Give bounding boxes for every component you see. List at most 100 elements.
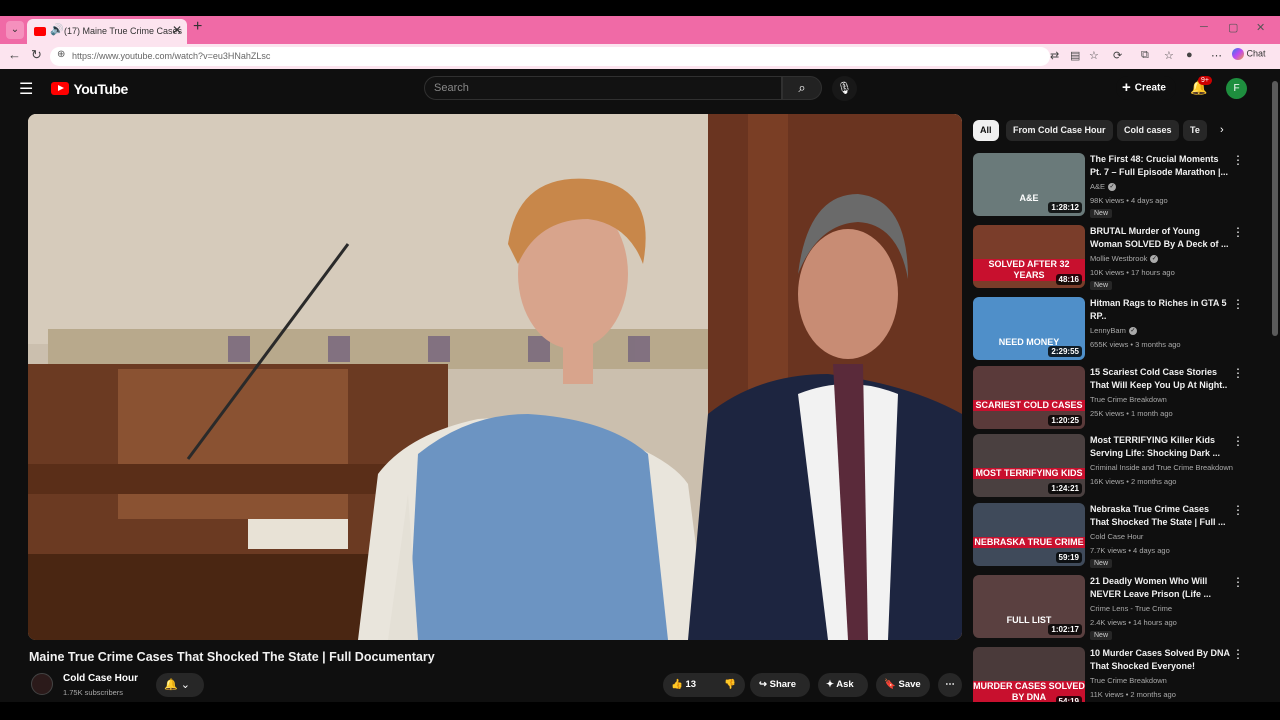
recommendation-channel[interactable]: Mollie Westbrook ✓ [1090,254,1159,264]
recommendation-item[interactable]: NEBRASKA TRUE CRIME 59:19 Nebraska True Cr… [973,503,1248,571]
copilot-chat-button[interactable]: Chat [1232,48,1266,60]
search-icon: ⌕ [798,80,806,95]
recommendation-title[interactable]: The First 48: Crucial Moments Pt. 7 – Fu… [1090,153,1230,179]
recommendation-item[interactable]: NEED MONEY 2:29:55 Hitman Rags to Riches i… [973,297,1248,365]
notifications-button[interactable]: 🔔 9+ [1190,76,1212,96]
recommendation-item[interactable]: SCARIEST COLD CASES 1:20:25 15 Scariest Co… [973,366,1248,434]
recommendation-channel[interactable]: True Crime Breakdown [1090,395,1167,404]
youtube-page: ☰ YouTube ⌕ 🎙 +Create 🔔9+ F [4,69,1274,702]
video-thumbnail[interactable]: NEBRASKA TRUE CRIME 59:19 [973,503,1085,566]
video-thumbnail[interactable]: FULL LIST 1:02:17 [973,575,1085,638]
ask-button[interactable]: ✦ Ask [818,673,868,697]
search-button[interactable]: ⌕ [782,76,822,100]
verified-icon: ✓ [1150,255,1159,264]
search-box[interactable] [424,76,782,100]
channel-avatar[interactable] [31,673,53,695]
split-screen-icon[interactable]: ⧉ [1141,49,1149,62]
video-player[interactable] [28,114,962,640]
back-icon[interactable]: ← [8,47,21,62]
video-thumbnail[interactable]: MURDER CASES SOLVED BY DNA 54:19 [973,647,1085,702]
subscription-bell-button[interactable]: 🔔 ⌄ [156,673,204,697]
profile-icon[interactable]: ● [1186,49,1193,61]
translate-icon[interactable]: ⇄ [1050,49,1059,62]
menu-icon[interactable]: ☰ [19,79,33,99]
refresh-icon[interactable]: ↻ [31,47,42,63]
recommendation-title[interactable]: Hitman Rags to Riches in GTA 5 RP.. [1090,297,1230,323]
new-tab-icon[interactable]: + [193,18,202,36]
video-thumbnail[interactable]: SOLVED AFTER 32 YEARS 48:16 [973,225,1085,288]
video-thumbnail[interactable]: SCARIEST COLD CASES 1:20:25 [973,366,1085,429]
recommendation-item[interactable]: A&E 1:28:12 The First 48: Crucial Moments … [973,153,1248,221]
create-button[interactable]: + Create [1116,76,1176,100]
more-options-icon[interactable]: ⋮ [1232,647,1244,661]
more-options-icon[interactable]: ⋮ [1232,297,1244,311]
chevron-right-icon[interactable]: › [1220,124,1224,136]
more-options-icon[interactable]: ⋮ [1232,366,1244,380]
maximize-icon[interactable]: ▢ [1228,21,1238,34]
channel-name[interactable]: Cold Case Hour [63,673,138,684]
search-input[interactable] [425,77,781,99]
more-menu-icon[interactable]: ⋯ [1211,49,1222,62]
reader-icon[interactable]: ▤ [1070,49,1080,62]
channel-label: True Crime Breakdown [1090,676,1167,685]
video-thumbnail[interactable]: A&E 1:28:12 [973,153,1085,216]
tab-list-button[interactable]: ⌄ [6,21,24,39]
more-options-icon[interactable]: ⋮ [1232,153,1244,167]
new-badge: New [1090,631,1113,640]
chip-all[interactable]: All [973,120,999,141]
recommendation-channel[interactable]: LennyBam ✓ [1090,326,1137,336]
recommendation-title[interactable]: Nebraska True Crime Cases That Shocked T… [1090,503,1230,529]
favorites-bar-icon[interactable]: ☆ [1164,49,1174,62]
chip-more[interactable]: Te [1183,120,1207,141]
create-label: Create [1134,82,1166,94]
share-button[interactable]: ↪ Share [750,673,810,697]
video-thumbnail[interactable]: NEED MONEY 2:29:55 [973,297,1085,360]
favorite-icon[interactable]: ☆ [1089,49,1099,62]
video-thumbnail[interactable]: MOST TERRIFYING KIDS 1:24:21 [973,434,1085,497]
bottom-strip [0,702,1280,720]
recommendation-title[interactable]: 21 Deadly Women Who Will NEVER Leave Pri… [1090,575,1230,601]
scrollbar-thumb[interactable] [1272,81,1278,336]
recommendation-title[interactable]: Most TERRIFYING Killer Kids Serving Life… [1090,434,1230,460]
recommendation-channel[interactable]: Cold Case Hour [1090,532,1143,541]
recommendation-title[interactable]: 10 Murder Cases Solved By DNA That Shock… [1090,647,1230,673]
recommendation-meta: 7.7K views • 4 days ago [1090,546,1170,555]
dislike-button[interactable]: 👎 [715,673,745,697]
recommendation-item[interactable]: FULL LIST 1:02:17 21 Deadly Women Who Will… [973,575,1248,643]
minimize-icon[interactable]: ─ [1200,21,1208,33]
recommendation-meta: 655K views • 3 months ago [1090,340,1181,349]
close-tab-icon[interactable]: ✕ [172,23,182,37]
window-close-icon[interactable]: ✕ [1256,21,1265,34]
save-button[interactable]: 🔖 Save [876,673,930,697]
recommendation-channel[interactable]: Criminal Inside and True Crime Breakdown [1090,463,1233,472]
sparkle-icon: ✦ [826,679,834,690]
recommendation-channel[interactable]: Crime Lens - True Crime [1090,604,1172,613]
recommendation-meta: 11K views • 2 months ago [1090,690,1176,699]
recommendation-channel[interactable]: True Crime Breakdown [1090,676,1167,685]
video-duration: 2:29:55 [1048,346,1082,357]
page-scrollbar[interactable] [1270,69,1280,702]
recommendation-item[interactable]: MURDER CASES SOLVED BY DNA 54:19 10 Murder… [973,647,1248,702]
voice-search-button[interactable]: 🎙 [832,76,857,101]
chip-cold-cases[interactable]: Cold cases [1117,120,1179,141]
more-options-icon[interactable]: ⋮ [1232,503,1244,517]
more-options-icon[interactable]: ⋮ [1232,575,1244,589]
site-info-icon[interactable]: ⊕ [57,49,65,60]
more-options-icon[interactable]: ⋮ [1232,434,1244,448]
chip-from-channel[interactable]: From Cold Case Hour [1006,120,1113,141]
speaker-icon[interactable]: 🔊 [50,23,64,36]
account-avatar[interactable]: F [1226,78,1247,99]
url-field[interactable]: ⊕ https://www.youtube.com/watch?v=eu3HNa… [50,47,1050,66]
recommendation-item[interactable]: SOLVED AFTER 32 YEARS 48:16 BRUTAL Murder … [973,225,1248,293]
more-options-icon[interactable]: ⋮ [1232,225,1244,239]
subscriber-count: 1.75K subscribers [63,688,124,697]
recommendation-title[interactable]: 15 Scariest Cold Case Stories That Will … [1090,366,1230,392]
recommendation-title[interactable]: BRUTAL Murder of Young Woman SOLVED By A… [1090,225,1230,251]
more-actions-button[interactable]: ⋯ [938,673,962,697]
youtube-logo[interactable]: YouTube [51,80,128,98]
extensions-icon[interactable]: ⟳ [1113,49,1122,62]
browser-tab[interactable]: 🔊 (17) Maine True Crime Cases ✕ [27,19,187,44]
recommendation-channel[interactable]: A&E ✓ [1090,182,1117,192]
recommendation-item[interactable]: MOST TERRIFYING KIDS 1:24:21 Most TERRIFYI… [973,434,1248,502]
chevron-down-icon: ⌄ [180,679,190,691]
